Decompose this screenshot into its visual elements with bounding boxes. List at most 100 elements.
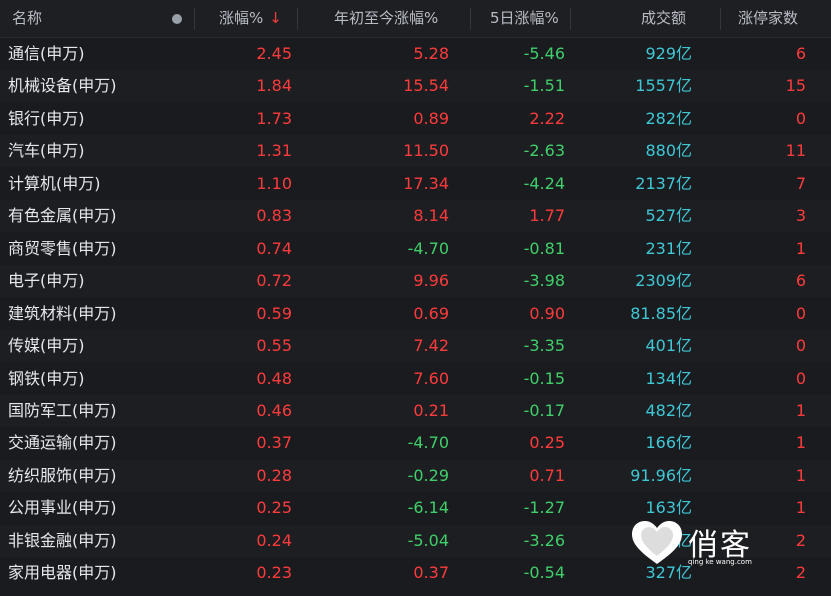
column-header-name[interactable]: 名称 xyxy=(12,0,42,37)
column-header-change[interactable]: 涨幅% ↓ xyxy=(219,0,282,37)
column-header-turnover[interactable]: 成交额 xyxy=(641,0,686,37)
cell-turnover: 2137亿 xyxy=(635,173,692,193)
cell-change: 0.59 xyxy=(256,303,292,323)
cell-five-day: 0.90 xyxy=(529,303,565,323)
column-settings-dot-icon[interactable] xyxy=(172,14,182,24)
sector-name: 纺织服饰(申万) xyxy=(8,465,117,485)
table-row[interactable]: 通信(申万) 2.45 5.28 -5.46 929亿 6 xyxy=(0,38,831,70)
cell-change: 2.45 xyxy=(256,44,292,63)
cell-change: 1.84 xyxy=(256,76,292,96)
cell-five-day: 0.25 xyxy=(529,433,565,453)
sector-name: 通信(申万) xyxy=(8,44,85,63)
sector-name: 计算机(申万) xyxy=(8,173,101,193)
table-row[interactable]: 有色金属(申万) 0.83 8.14 1.77 527亿 3 xyxy=(0,200,831,233)
cell-change: 1.73 xyxy=(256,108,292,128)
cell-ytd: 17.34 xyxy=(403,173,449,193)
cell-five-day: 2.22 xyxy=(529,108,565,128)
table-row[interactable]: 计算机(申万) 1.10 17.34 -4.24 2137亿 7 xyxy=(0,168,831,200)
cell-turnover: 527亿 xyxy=(645,206,692,226)
cell-change: 0.25 xyxy=(256,498,292,518)
header-divider xyxy=(297,8,298,30)
column-header-change-label: 涨幅% xyxy=(219,9,264,27)
cell-ytd: -4.70 xyxy=(407,238,449,258)
cell-ytd: 9.96 xyxy=(413,271,449,291)
table-row[interactable]: 纺织服饰(申万) 0.28 -0.29 0.71 91.96亿 1 xyxy=(0,459,831,492)
cell-limit-up: 11 xyxy=(785,141,806,161)
cell-limit-up: 0 xyxy=(795,303,806,323)
table-row[interactable]: 建筑材料(申万) 0.59 0.69 0.90 81.85亿 0 xyxy=(0,298,831,330)
cell-five-day: -3.26 xyxy=(523,530,565,550)
cell-five-day: -3.98 xyxy=(523,271,565,291)
cell-limit-up: 7 xyxy=(795,173,806,193)
cell-limit-up: 1 xyxy=(795,498,806,518)
sector-name: 传媒(申万) xyxy=(8,336,85,356)
sector-name: 电子(申万) xyxy=(8,271,85,291)
cell-limit-up: 6 xyxy=(795,44,806,63)
cell-limit-up: 0 xyxy=(795,336,806,356)
cell-turnover: 282亿 xyxy=(645,108,692,128)
cell-five-day: -0.54 xyxy=(523,563,565,583)
sector-name: 银行(申万) xyxy=(8,108,85,128)
cell-five-day: 0.71 xyxy=(529,465,565,485)
cell-limit-up: 1 xyxy=(795,238,806,258)
sector-table: 名称 涨幅% ↓ 年初至今涨幅% 5日涨幅% 成交额 涨停家数 通信(申万) 2.4… xyxy=(0,0,831,596)
cell-ytd: 8.14 xyxy=(413,206,449,226)
table-row[interactable]: 银行(申万) 1.73 0.89 2.22 282亿 0 xyxy=(0,103,831,135)
column-header-limit-up[interactable]: 涨停家数 xyxy=(738,0,798,37)
cell-turnover: 81.85亿 xyxy=(630,303,692,323)
cell-five-day: 1.77 xyxy=(529,206,565,226)
cell-turnover: 2309亿 xyxy=(635,271,692,291)
cell-turnover: 401亿 xyxy=(645,336,692,356)
cell-limit-up: 2 xyxy=(795,563,806,583)
table-row[interactable]: 交通运输(申万) 0.37 -4.70 0.25 166亿 1 xyxy=(0,427,831,459)
table-row[interactable]: 商贸零售(申万) 0.74 -4.70 -0.81 231亿 1 xyxy=(0,233,831,265)
cell-ytd: 0.21 xyxy=(413,400,449,420)
cell-turnover: 134亿 xyxy=(645,368,692,388)
table-row[interactable]: 公用事业(申万) 0.25 -6.14 -1.27 163亿 1 xyxy=(0,492,831,524)
sector-name: 汽车(申万) xyxy=(8,141,85,161)
cell-change: 0.28 xyxy=(256,465,292,485)
sector-name: 非银金融(申万) xyxy=(8,530,117,550)
cell-limit-up: 3 xyxy=(795,206,806,226)
cell-change: 0.83 xyxy=(256,206,292,226)
table-row[interactable]: 电子(申万) 0.72 9.96 -3.98 2309亿 6 xyxy=(0,265,831,298)
cell-limit-up: 1 xyxy=(795,400,806,420)
cell-turnover: 408亿 xyxy=(645,530,692,550)
cell-change: 0.55 xyxy=(256,336,292,356)
cell-limit-up: 0 xyxy=(795,368,806,388)
cell-ytd: 0.89 xyxy=(413,108,449,128)
table-row[interactable]: 非银金融(申万) 0.24 -5.04 -3.26 408亿 2 xyxy=(0,524,831,557)
cell-ytd: -5.04 xyxy=(407,530,449,550)
cell-limit-up: 0 xyxy=(795,108,806,128)
cell-ytd: -6.14 xyxy=(407,498,449,518)
sector-name: 交通运输(申万) xyxy=(8,433,117,453)
column-header-ytd[interactable]: 年初至今涨幅% xyxy=(334,0,438,37)
cell-five-day: -0.81 xyxy=(523,238,565,258)
cell-five-day: -0.17 xyxy=(523,400,565,420)
cell-ytd: 7.60 xyxy=(413,368,449,388)
cell-ytd: 11.50 xyxy=(403,141,449,161)
table-row[interactable]: 汽车(申万) 1.31 11.50 -2.63 880亿 11 xyxy=(0,135,831,168)
sector-name: 机械设备(申万) xyxy=(8,76,117,96)
header-divider xyxy=(194,8,195,30)
table-row[interactable]: 钢铁(申万) 0.48 7.60 -0.15 134亿 0 xyxy=(0,363,831,395)
cell-limit-up: 1 xyxy=(795,465,806,485)
cell-limit-up: 1 xyxy=(795,433,806,453)
cell-ytd: -4.70 xyxy=(407,433,449,453)
cell-change: 0.46 xyxy=(256,400,292,420)
cell-ytd: -0.29 xyxy=(407,465,449,485)
sector-name: 国防军工(申万) xyxy=(8,400,117,420)
table-row[interactable]: 国防军工(申万) 0.46 0.21 -0.17 482亿 1 xyxy=(0,394,831,427)
cell-five-day: -1.51 xyxy=(523,76,565,96)
sector-name: 建筑材料(申万) xyxy=(8,303,117,323)
cell-five-day: -0.15 xyxy=(523,368,565,388)
table-row[interactable]: 传媒(申万) 0.55 7.42 -3.35 401亿 0 xyxy=(0,330,831,363)
table-row[interactable]: 机械设备(申万) 1.84 15.54 -1.51 1557亿 15 xyxy=(0,70,831,103)
cell-turnover: 482亿 xyxy=(645,400,692,420)
column-header-five-day[interactable]: 5日涨幅% xyxy=(490,0,559,37)
cell-turnover: 327亿 xyxy=(645,563,692,583)
cell-limit-up: 15 xyxy=(785,76,806,96)
cell-ytd: 15.54 xyxy=(403,76,449,96)
table-row[interactable]: 家用电器(申万) 0.23 0.37 -0.54 327亿 2 xyxy=(0,557,831,589)
cell-change: 1.31 xyxy=(256,141,292,161)
